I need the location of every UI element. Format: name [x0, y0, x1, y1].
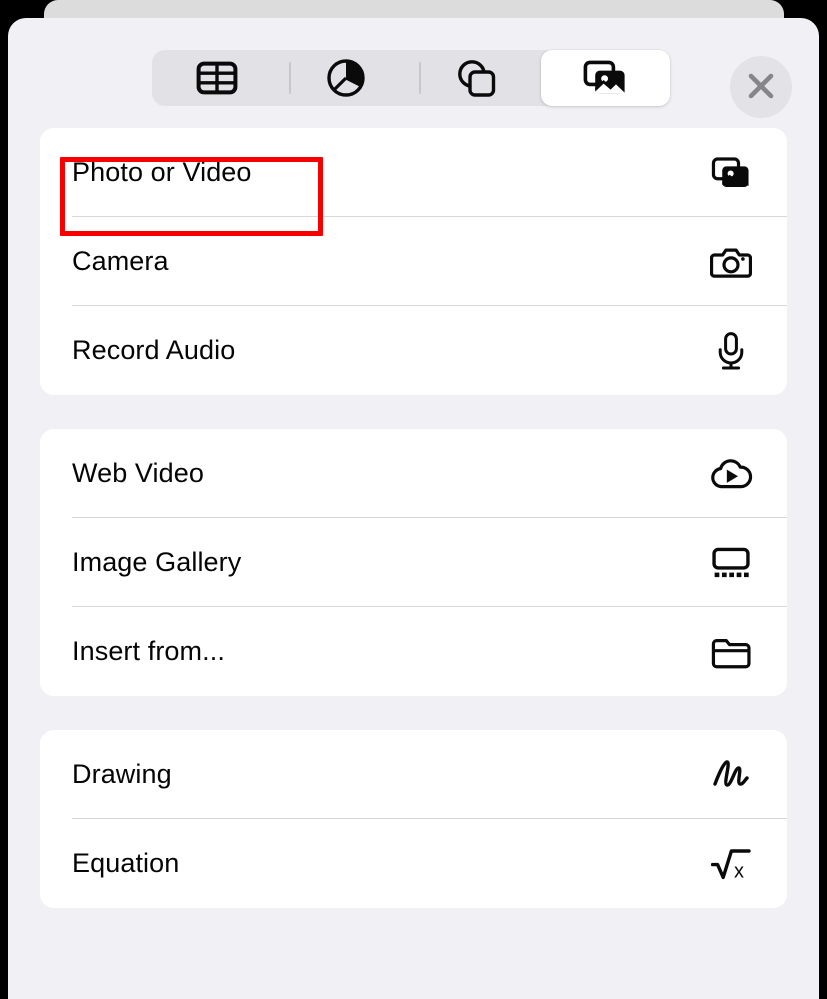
insert-popover: Photo or Video Camera Record Audio Web V… [8, 18, 819, 999]
list-item-label: Image Gallery [72, 547, 242, 577]
tab-shape[interactable] [411, 50, 541, 106]
insert-options-list: Photo or Video Camera Record Audio Web V… [8, 128, 819, 942]
shapes-icon [455, 58, 497, 98]
table-icon [196, 61, 238, 95]
tab-table[interactable] [152, 50, 282, 106]
microphone-icon [709, 329, 753, 373]
camera-icon [709, 240, 753, 284]
close-button[interactable] [730, 56, 792, 118]
cloud-play-icon [709, 452, 753, 496]
media-group: Web Video Image Gallery Insert from... [40, 429, 787, 696]
popover-header [8, 18, 819, 128]
list-item-label: Web Video [72, 458, 204, 488]
scribble-icon [709, 753, 753, 797]
list-item-label: Equation [72, 848, 180, 878]
list-item-web-video[interactable]: Web Video [40, 429, 787, 518]
list-item-label: Photo or Video [72, 157, 252, 187]
list-item-insert-from[interactable]: Insert from... [40, 607, 787, 696]
folder-icon [709, 630, 753, 674]
list-item-photo-or-video[interactable]: Photo or Video [40, 128, 787, 217]
list-item-drawing[interactable]: Drawing [40, 730, 787, 819]
list-item-label: Camera [72, 246, 169, 276]
list-item-record-audio[interactable]: Record Audio [40, 306, 787, 395]
list-item-label: Drawing [72, 759, 172, 789]
capture-group: Photo or Video Camera Record Audio [40, 128, 787, 395]
tab-chart[interactable] [282, 50, 412, 106]
tab-media[interactable] [540, 50, 670, 106]
svg-text:x: x [734, 860, 744, 881]
list-item-image-gallery[interactable]: Image Gallery [40, 518, 787, 607]
markup-group: Drawing Equation x [40, 730, 787, 908]
media-icon [582, 59, 628, 97]
screen: Photo or Video Camera Record Audio Web V… [0, 0, 827, 999]
insert-category-segmented-control[interactable] [152, 50, 670, 106]
square-root-icon: x [709, 842, 753, 886]
photo-video-icon [709, 151, 753, 195]
close-icon [746, 71, 776, 104]
list-item-label: Insert from... [72, 636, 225, 666]
list-item-label: Record Audio [72, 335, 236, 365]
list-item-camera[interactable]: Camera [40, 217, 787, 306]
image-gallery-icon [709, 541, 753, 585]
pie-chart-icon [326, 58, 366, 98]
list-item-equation[interactable]: Equation x [40, 819, 787, 908]
